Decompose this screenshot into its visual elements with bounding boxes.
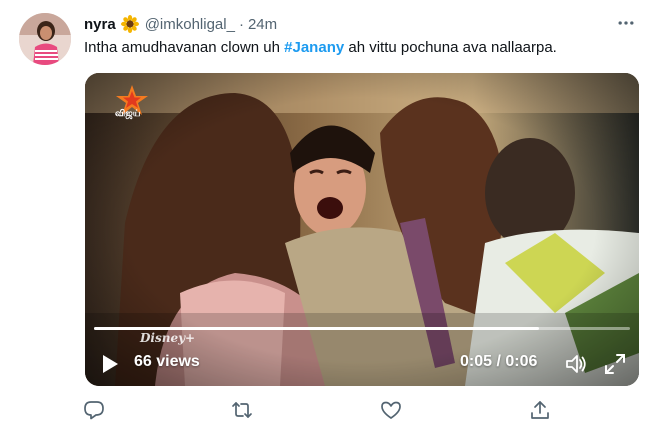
tweet-text: Intha amudhavanan clown uh #Janany ah vi… <box>84 38 638 58</box>
video-controls: 66 views 0:05 / 0:06 <box>85 342 639 386</box>
view-count: 66 views <box>134 353 200 370</box>
volume-icon[interactable] <box>565 353 587 375</box>
tweet-actions <box>0 399 658 423</box>
sunflower-icon <box>120 15 139 33</box>
hashtag-link[interactable]: #Janany <box>284 39 344 56</box>
more-options-icon[interactable] <box>614 11 638 35</box>
reply-icon[interactable] <box>83 399 105 421</box>
play-icon[interactable] <box>99 353 121 375</box>
channel-logo-text: விஜய் <box>115 108 141 118</box>
like-icon[interactable] <box>380 399 402 421</box>
author-handle[interactable]: @imkohligal_ <box>145 16 235 33</box>
video-progress-fill <box>94 327 539 330</box>
separator-dot: · <box>238 15 244 33</box>
author-name[interactable]: nyra <box>84 16 116 33</box>
video-timecode: 0:05 / 0:06 <box>460 353 538 370</box>
fullscreen-icon[interactable] <box>604 353 626 375</box>
avatar[interactable] <box>19 13 71 65</box>
tweet-text-after: ah vittu pochuna ava nallaarpa. <box>344 39 557 56</box>
video-progress-bar[interactable] <box>94 327 630 330</box>
timestamp[interactable]: 24m <box>248 16 277 33</box>
retweet-icon[interactable] <box>231 399 253 421</box>
tweet-text-before: Intha amudhavanan clown uh <box>84 39 285 56</box>
video-player[interactable]: விஜய் Disney+ 66 views 0:05 / 0:06 <box>85 73 639 386</box>
tweet: nyra @imkohligal_ · 24m Intha amudhavana… <box>0 0 658 436</box>
tweet-header: nyra @imkohligal_ · 24m <box>84 13 638 35</box>
share-icon[interactable] <box>529 399 551 421</box>
